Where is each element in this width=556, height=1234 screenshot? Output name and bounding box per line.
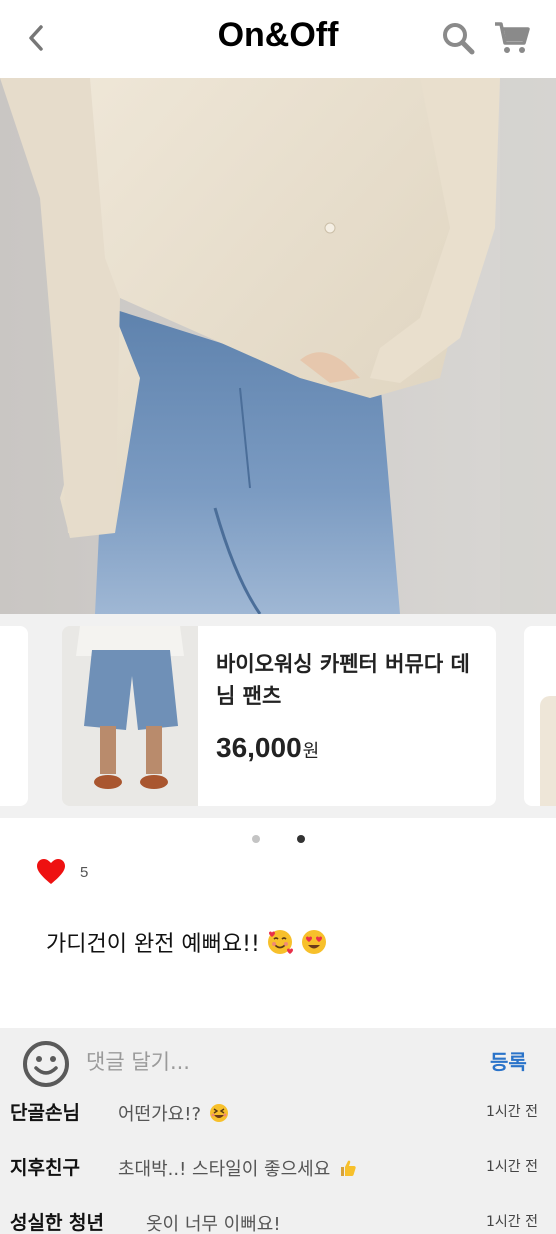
comment-input-row: 등록	[0, 1028, 556, 1094]
comment-body: 옷이 너무 이뻐요!	[146, 1214, 281, 1234]
grinning-squinting-emoji	[210, 1104, 229, 1122]
comment-text: 어떤가요!?	[118, 1100, 229, 1126]
product-thumbnail	[62, 626, 198, 806]
comment-item: 지후친구 초대박..! 스타일이 좋으세요 1시간 전	[0, 1149, 556, 1189]
heart-eyes-emoji	[301, 930, 326, 954]
thumbs-up-emoji	[341, 1160, 356, 1176]
comment-input[interactable]	[86, 1044, 466, 1080]
like-row: 5	[36, 856, 88, 888]
comment-time: 1시간 전	[486, 1104, 538, 1120]
like-button[interactable]	[36, 858, 66, 886]
cart-icon	[495, 22, 530, 53]
comment-body: 초대박..! 스타일이 좋으세요	[118, 1159, 331, 1180]
carousel-dot-1[interactable]	[252, 835, 260, 843]
comment-time: 1시간 전	[486, 1214, 538, 1230]
comment-author[interactable]: 지후친구	[10, 1153, 80, 1180]
carousel-dot-2-active[interactable]	[297, 835, 305, 843]
cart-button[interactable]	[492, 18, 532, 58]
submit-comment-button[interactable]: 등록	[490, 1046, 527, 1075]
product-name: 바이오워싱 카펜터 버뮤다 데님 팬츠	[216, 652, 470, 708]
product-card-previous[interactable]	[0, 626, 28, 806]
carousel-indicator	[0, 832, 556, 846]
comment-author[interactable]: 성실한 청년	[10, 1208, 104, 1234]
user-avatar-icon	[23, 1041, 69, 1087]
product-card-next[interactable]	[524, 626, 556, 806]
like-count: 5	[80, 863, 89, 881]
price-currency: 원	[302, 741, 320, 762]
comment-author[interactable]: 단골손님	[10, 1098, 80, 1125]
product-carousel[interactable]: 바이오워싱 카펜터 버뮤다 데님 팬츠 36,000원	[0, 614, 556, 818]
product-card[interactable]: 바이오워싱 카펜터 버뮤다 데님 팬츠 36,000원	[62, 626, 496, 806]
caption-text: 가디건이 완전 예뻐요!!	[46, 932, 260, 957]
smiling-face-with-hearts-emoji	[267, 930, 293, 954]
comment-time: 1시간 전	[486, 1159, 538, 1175]
search-button[interactable]	[438, 18, 478, 58]
comment-body: 어떤가요!?	[118, 1104, 202, 1125]
comment-item: 성실한 청년 옷이 너무 이뻐요! 1시간 전	[0, 1204, 556, 1234]
post-caption: 가디건이 완전 예뻐요!!	[46, 926, 328, 958]
price-value: 36,000	[216, 732, 302, 763]
comment-section: 등록 단골손님 어떤가요!? 1시간 전 지후친구 초대박..! 스타일이 좋으…	[0, 1028, 556, 1234]
comment-text: 초대박..! 스타일이 좋으세요	[118, 1155, 358, 1181]
top-app-bar: On&Off	[0, 0, 556, 78]
product-thumbnail-next	[540, 696, 556, 806]
search-icon	[443, 23, 475, 55]
product-price: 36,000원	[216, 732, 319, 764]
heart-icon	[37, 859, 65, 884]
post-photo	[0, 78, 556, 614]
comment-text: 옷이 너무 이뻐요!	[146, 1210, 281, 1234]
comment-item: 단골손님 어떤가요!? 1시간 전	[0, 1094, 556, 1134]
